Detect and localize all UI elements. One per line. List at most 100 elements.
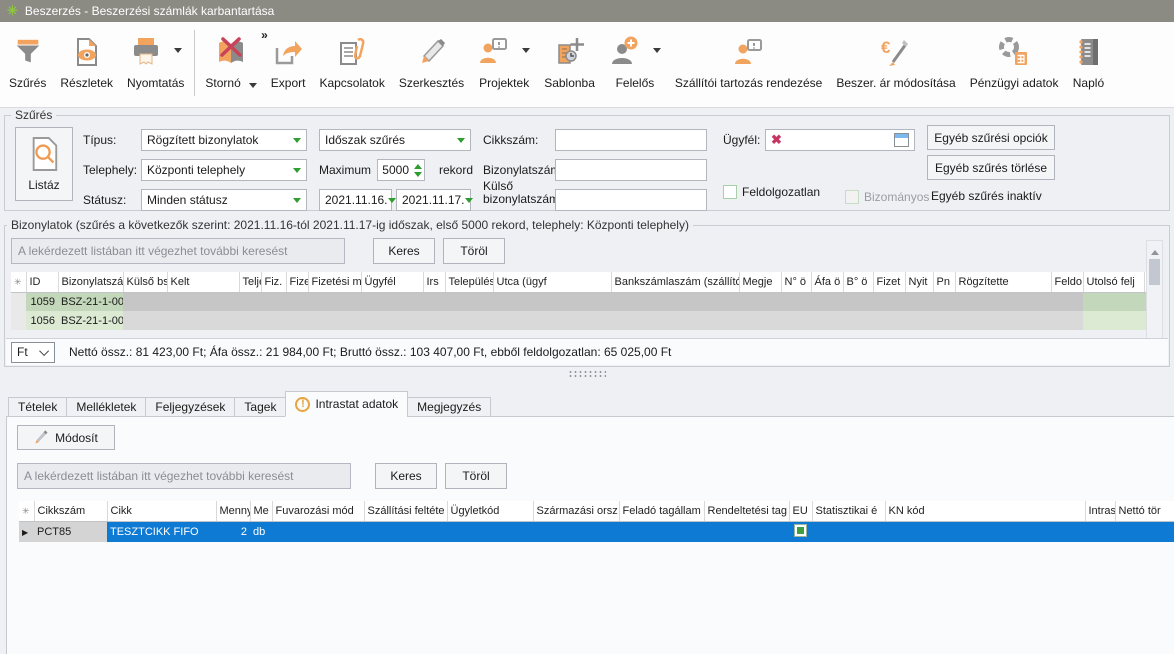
col-header[interactable]: Irs [423,272,445,292]
table-row[interactable]: ▶ PCT85 TESZTCIKK FIFO 2 db [19,521,1174,542]
tab-mellekletek[interactable]: Mellékletek [66,397,146,417]
log-button[interactable]: Napló [1065,26,1111,92]
external-document-number-label: Külső bizonylatszám: [483,180,553,206]
tab-megjegyzes[interactable]: Megjegyzés [407,397,491,417]
col-header[interactable]: Rögzítette [955,272,1051,292]
col-header[interactable]: Település [445,272,493,292]
purchase-price-button[interactable]: € Beszer. ár módosítása [829,26,962,92]
col-header[interactable]: Nettó tör [1115,501,1174,521]
col-header[interactable]: Szállítási feltéte [364,501,447,521]
attachments-button[interactable]: Kapcsolatok [312,26,391,92]
edit-button[interactable]: Szerkesztés [392,26,471,92]
date-from-select[interactable]: 2021.11.16. [319,189,392,211]
checkbox-icon[interactable] [723,185,737,199]
tab-feljegyzesek[interactable]: Feljegyzések [145,397,235,417]
status-select[interactable]: Minden státusz [141,189,307,211]
details-search-button[interactable]: Keres [375,463,437,489]
clear-x-icon[interactable]: ✖ [771,132,782,148]
date-to-select[interactable]: 2021.11.17. [396,189,471,211]
col-header[interactable]: Utolsó felj [1083,272,1144,292]
spin-down-icon[interactable] [414,172,422,181]
col-header[interactable]: N° ö [781,272,811,292]
col-header[interactable]: Áfa ö [811,272,843,292]
col-header[interactable]: Bizonylatszám [58,272,123,292]
supplier-debt-button[interactable]: Szállítói tartozás rendezése [668,26,829,92]
col-header[interactable]: Ügyfél [361,272,423,292]
col-header[interactable]: Utca (ügyf [493,272,611,292]
chevron-down-icon[interactable] [653,48,661,57]
col-header[interactable]: Bankszámlaszám (szállító) [611,272,739,292]
customer-picker[interactable]: ✖ [765,129,915,151]
scroll-thumb[interactable] [1149,259,1160,285]
site-select[interactable]: Központi telephely [141,159,307,181]
documents-search-input[interactable] [11,238,345,264]
currency-select[interactable]: Ft [11,342,55,363]
chevron-down-icon[interactable] [249,83,257,92]
modify-button[interactable]: Módosít [17,425,115,450]
col-header[interactable]: ID [26,272,58,292]
tab-tetelek[interactable]: Tételek [8,397,67,417]
col-header[interactable]: Cikk [107,501,216,521]
document-number-input[interactable] [555,159,707,181]
col-header[interactable]: Fizet [873,272,905,292]
col-header[interactable]: Fizetési m [308,272,361,292]
details-search-row: Keres Töröl [17,463,507,489]
responsible-button[interactable]: Felelős [602,26,668,92]
list-button[interactable]: Listáz [15,127,73,201]
col-header[interactable]: KN kód [885,501,1085,521]
col-header[interactable]: Fize [286,272,308,292]
projects-button[interactable]: Projektek [471,26,537,92]
col-header[interactable]: Cikkszám [34,501,107,521]
col-header[interactable]: Kelt [167,272,239,292]
other-filter-options-button[interactable]: Egyéb szűrési opciók [927,125,1055,150]
period-select[interactable]: Időszak szűrés [319,129,471,151]
col-header[interactable]: Ügyletkód [447,501,533,521]
calendar-icon[interactable] [894,133,909,147]
col-header[interactable]: Fiz. h [261,272,286,292]
col-header[interactable]: Megje [739,272,781,292]
clear-other-filter-button[interactable]: Egyéb szűrés törlése [927,155,1055,180]
unprocessed-checkbox[interactable]: Feldolgozatlan [723,185,820,199]
col-header[interactable]: Statisztikai é [812,501,885,521]
table-row[interactable]: 1059 BSZ-21-1-000 Függ [11,292,1155,311]
storno-button[interactable]: » Stornó [198,26,263,94]
scroll-up-icon[interactable] [1151,246,1159,255]
panel-splitter[interactable] [0,367,1174,380]
type-select[interactable]: Rögzített bizonylatok [141,129,307,151]
item-number-label: Cikkszám: [483,133,538,147]
col-header[interactable]: B° ö [843,272,873,292]
details-clear-search-button[interactable]: Töröl [445,463,507,489]
col-header[interactable]: Mennyi [216,501,250,521]
table-row[interactable]: 1056 BSZ-21-1-000 Függ [11,311,1155,330]
splitter-grip-icon[interactable] [568,370,606,378]
col-header[interactable]: Külső bsza [123,272,167,292]
tab-intrastat-adatok[interactable]: ! Intrastat adatok [285,391,408,417]
max-records-stepper[interactable]: 5000 [377,159,425,181]
col-header[interactable]: Feldo [1051,272,1083,292]
chevron-down-icon[interactable] [174,48,182,57]
details-search-input[interactable] [17,463,351,489]
col-header[interactable]: Fuvarozási mód [272,501,364,521]
col-header[interactable]: Me [250,501,272,521]
details-button[interactable]: Részletek [53,26,120,92]
print-button[interactable]: Nyomtatás [120,26,191,92]
col-header[interactable]: Származási orsz [533,501,619,521]
documents-clear-search-button[interactable]: Töröl [443,238,505,264]
col-header[interactable]: Pn [933,272,955,292]
template-button[interactable]: Sablonba [537,26,602,92]
external-document-number-input[interactable] [555,189,707,211]
col-header[interactable]: Feladó tagállam [619,501,704,521]
item-number-input[interactable] [555,129,707,151]
export-button[interactable]: Export [264,26,313,92]
chevron-down-icon[interactable] [522,48,530,57]
documents-search-button[interactable]: Keres [373,238,435,264]
col-header[interactable]: Intrasta [1085,501,1115,521]
col-header[interactable]: Nyit [905,272,933,292]
financial-data-button[interactable]: Pénzügyi adatok [963,26,1066,92]
tab-tagek[interactable]: Tagek [234,397,286,417]
col-header[interactable]: Telje [239,272,261,292]
spin-up-icon[interactable] [414,160,422,169]
col-header[interactable]: Rendeltetési tag [704,501,789,521]
col-header[interactable]: EU [789,501,812,521]
filter-button[interactable]: Szűrés [2,26,53,92]
